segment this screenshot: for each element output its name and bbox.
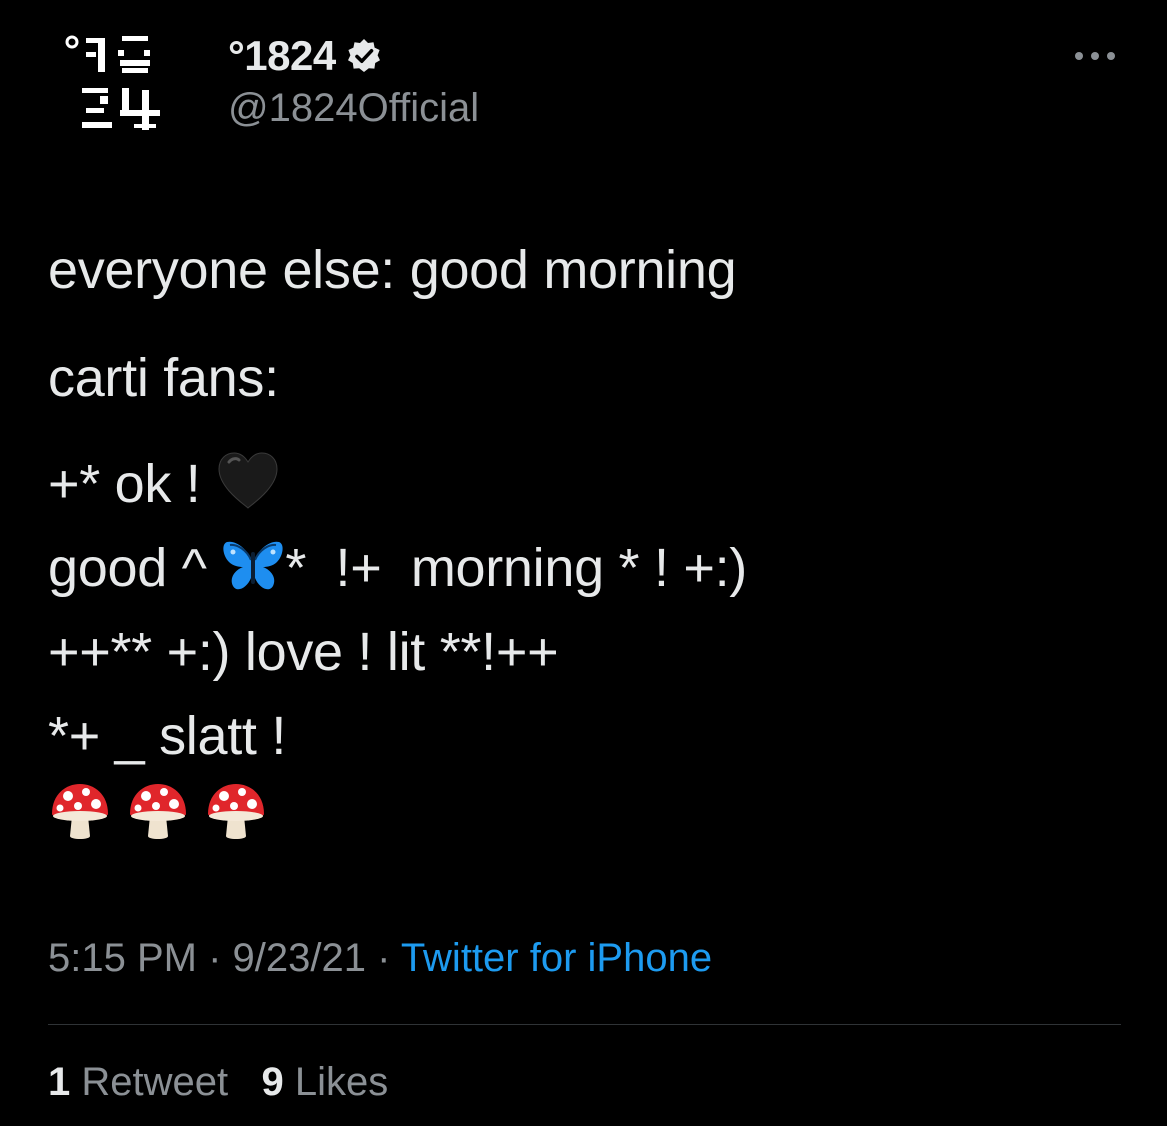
tweet-source-link[interactable]: Twitter for iPhone [401, 936, 712, 980]
meta-separator: · [196, 936, 233, 980]
display-name-row: °1824 [228, 30, 479, 82]
tweet-line: *+ _ slatt ! [48, 706, 287, 766]
retweets-label: Retweet [81, 1060, 229, 1104]
engagement-stats: 1 Retweet 9 Likes [48, 1060, 388, 1105]
tweet-line: everyone else: good morning [48, 240, 737, 300]
author-block: °1824 @1824Official [228, 30, 479, 131]
tweet-text-block: +* ok ! good ^ * !+ morning * ! +:) ++**… [48, 442, 747, 778]
divider [48, 1024, 1121, 1025]
tweet-line-text: good ^ [48, 538, 222, 598]
verified-badge-icon [346, 38, 382, 74]
tweet-line-text: * !+ morning * ! +:) [285, 538, 747, 598]
avatar[interactable] [62, 28, 172, 138]
more-options-icon[interactable] [1071, 42, 1119, 70]
retweets-stat[interactable]: 1 Retweet [48, 1060, 228, 1104]
display-name[interactable]: °1824 [228, 32, 336, 80]
tweet-line-text: +* ok ! [48, 454, 216, 514]
likes-stat[interactable]: 9 Likes [261, 1060, 388, 1104]
tweet-detail: °1824 @1824Official everyone else: good … [0, 0, 1167, 1126]
retweets-count: 1 [48, 1060, 71, 1104]
tweet-date[interactable]: 9/23/21 [233, 936, 366, 980]
likes-count: 9 [261, 1060, 284, 1104]
tweet-line: good ^ * !+ morning * ! +:) [48, 526, 747, 610]
tweet-time[interactable]: 5:15 PM [48, 936, 197, 980]
meta-separator: · [365, 936, 401, 980]
mushroom-emoji-row [48, 780, 268, 844]
black-heart-icon [215, 450, 281, 536]
avatar-logo-icon [65, 35, 160, 130]
tweet-line: carti fans: [48, 348, 279, 408]
mushroom-icon [126, 780, 190, 844]
butterfly-icon [221, 536, 285, 620]
tweet-line: +* ok ! [48, 442, 747, 526]
tweet-meta: 5:15 PM · 9/23/21 · Twitter for iPhone [48, 936, 712, 981]
user-handle[interactable]: @1824Official [228, 86, 479, 131]
likes-label: Likes [294, 1060, 389, 1104]
tweet-line: ++** +:) love ! lit **!++ [48, 622, 559, 682]
mushroom-icon [48, 780, 112, 844]
mushroom-icon [204, 780, 268, 844]
